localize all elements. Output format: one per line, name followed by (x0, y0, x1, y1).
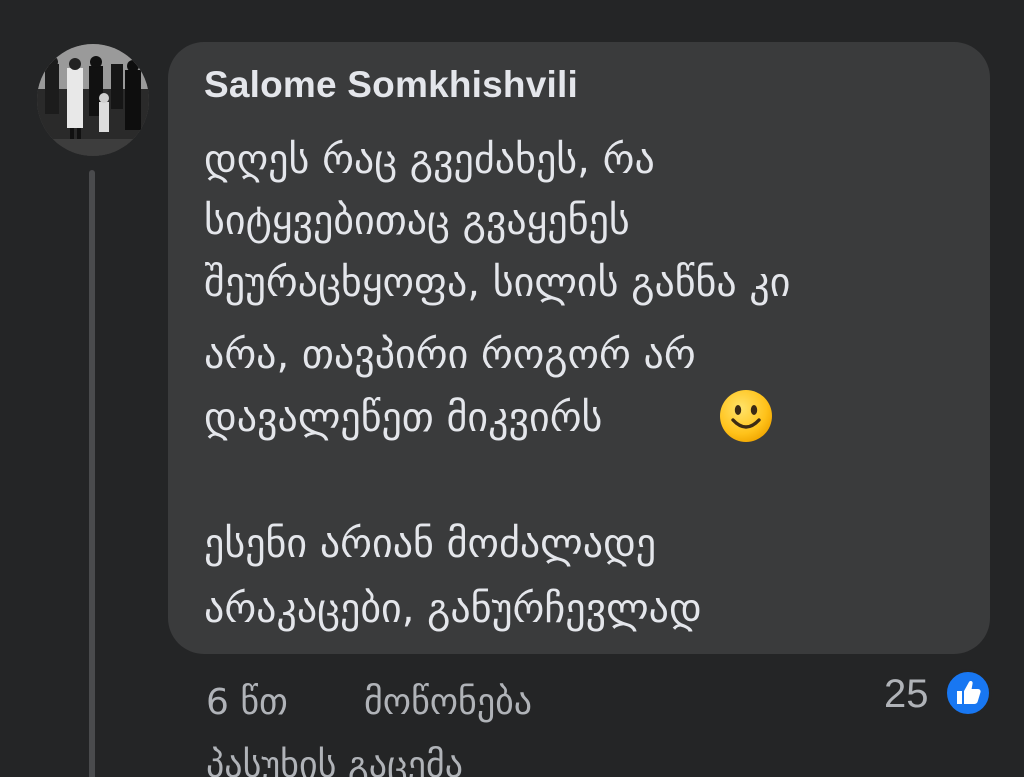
like-link[interactable]: მოწონება (364, 685, 532, 721)
avatar[interactable] (37, 44, 149, 156)
comment-text-line: არა, თავპირი როგორ არ (204, 332, 696, 378)
comment-thread: Salome Somkhishvili დღეს რაც გვეძახეს, რ… (0, 0, 1024, 777)
comment-text-line: არაკაცები, განურჩევლად (204, 586, 702, 632)
comment-text-line: სიტყვებითაც გვაყენეს (204, 198, 630, 244)
comment-text-line: ესენი არიან მოძალადე (204, 521, 657, 567)
avatar-photo (37, 44, 149, 156)
comment-text-line: შეურაცხყოფა, სილის გაწნა კი (204, 260, 791, 306)
author-name[interactable]: Salome Somkhishvili (204, 64, 578, 106)
comment-timestamp[interactable]: 6 წთ (206, 685, 288, 721)
comment-text-line: დავალეწეთ მიკვირს (204, 395, 603, 441)
reaction-count[interactable]: 25 (884, 674, 929, 714)
reply-link[interactable]: პასუხის გაცემა (206, 748, 463, 777)
thread-line (89, 170, 95, 777)
smiling-face-icon (720, 390, 772, 442)
comment-text-line: დღეს რაც გვეძახეს, რა (204, 137, 655, 183)
like-thumbs-up-icon[interactable] (944, 669, 992, 717)
